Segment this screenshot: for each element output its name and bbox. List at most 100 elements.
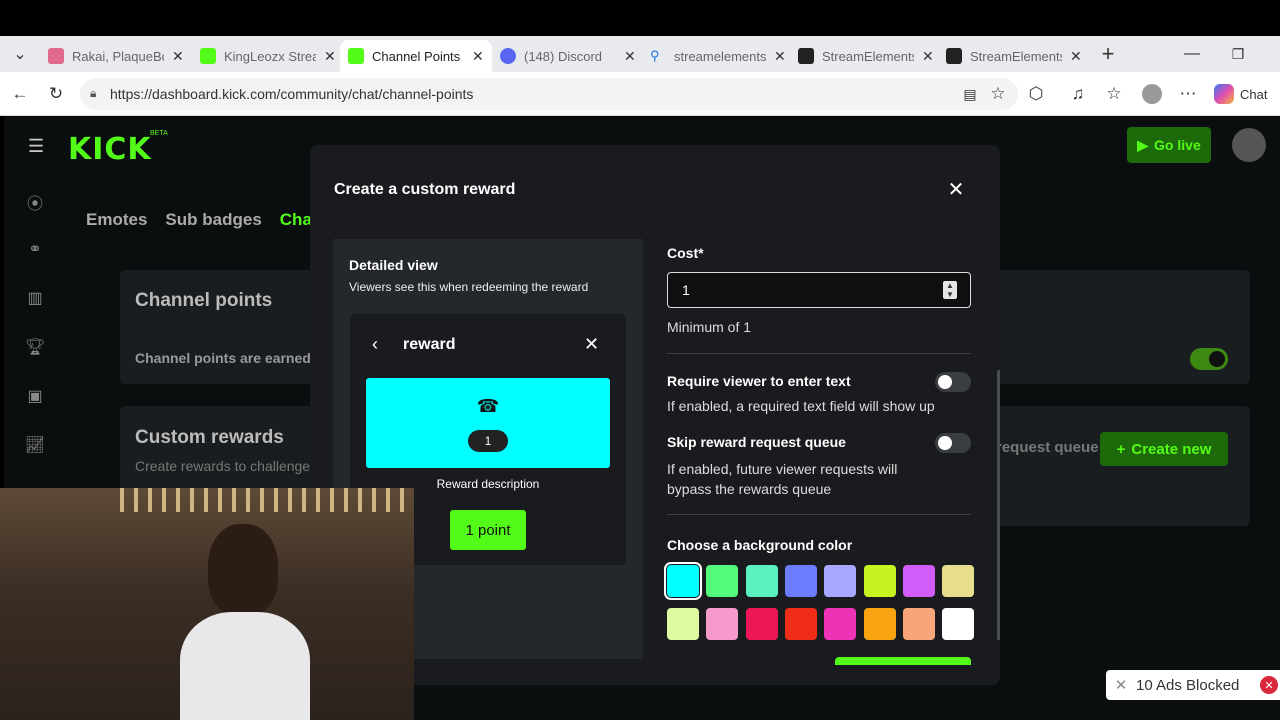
search-favicon-icon: ⚲	[650, 48, 660, 63]
tab-close-icon[interactable]: ✕	[1070, 48, 1082, 65]
new-tab-plus-icon[interactable]: +	[1094, 40, 1122, 68]
address-bar-row: ← ↻ 🔒︎ https://dashboard.kick.com/commun…	[0, 72, 1280, 116]
skip-queue-label: Skip reward request queue	[667, 434, 846, 450]
stats-icon[interactable]: 📈︎	[24, 435, 46, 457]
request-queue-label[interactable]: request queue	[996, 439, 1099, 456]
hamburger-menu-icon[interactable]: ☰	[28, 136, 46, 157]
color-swatch[interactable]	[784, 565, 817, 597]
tab-close-icon[interactable]: ✕	[922, 48, 934, 65]
tab-emotes[interactable]: Emotes	[86, 210, 147, 230]
favorite-star-icon[interactable]: ☆	[986, 82, 1010, 106]
modal-title: Create a custom reward	[334, 181, 516, 198]
broadcast-icon[interactable]: ⦿	[24, 190, 46, 213]
divider	[667, 353, 971, 354]
cost-input[interactable]	[667, 272, 971, 308]
chat-label: Chat	[1240, 86, 1268, 102]
webcam-overlay	[0, 488, 414, 720]
go-live-label: Go live	[1154, 137, 1201, 153]
channel-points-title: Channel points	[135, 290, 273, 311]
cost-label: Cost*	[667, 245, 704, 261]
preview-points-button: 1 point	[450, 510, 526, 550]
adblock-icon[interactable]: ✕	[1260, 676, 1278, 694]
video-icon[interactable]: ▣	[24, 386, 46, 408]
go-live-button[interactable]: ▶ Go live	[1127, 127, 1211, 163]
browser-tab[interactable]: (148) Discord ✕	[492, 40, 644, 72]
url-field[interactable]: 🔒︎ https://dashboard.kick.com/community/…	[80, 78, 1018, 110]
modal-scrollbar[interactable]	[997, 370, 1000, 640]
tab-title: Rakai, PlaqueBoy	[72, 48, 164, 64]
kick-k-icon: ▶	[1137, 136, 1149, 153]
color-swatch[interactable]	[902, 608, 935, 640]
analytics-icon[interactable]: ▥	[24, 288, 46, 310]
create-new-button[interactable]: + Create new	[1100, 432, 1228, 466]
trophy-icon[interactable]: 🏆︎	[24, 337, 46, 359]
preview-reward-card: ☎ 1	[366, 378, 610, 468]
ads-blocked-notification: ✕ 10 Ads Blocked ✕	[1106, 670, 1280, 700]
require-text-toggle[interactable]	[935, 372, 971, 392]
browser-tab[interactable]: StreamElements ✕	[938, 40, 1090, 72]
divider	[667, 514, 971, 515]
profile-avatar-icon[interactable]	[1140, 82, 1164, 106]
community-icon[interactable]: ⚭	[24, 239, 46, 261]
close-notification-icon[interactable]: ✕	[1106, 676, 1136, 694]
more-menu-icon[interactable]: ⋯	[1176, 82, 1200, 106]
color-swatch[interactable]	[784, 608, 817, 640]
color-swatch[interactable]	[706, 565, 739, 597]
copilot-chat-button[interactable]: Chat	[1214, 84, 1267, 104]
tab-sub-badges[interactable]: Sub badges	[165, 210, 261, 230]
require-text-hint: If enabled, a required text field will s…	[667, 398, 935, 414]
tab-title: StreamElements	[822, 48, 914, 64]
create-new-label: Create new	[1131, 440, 1212, 458]
beta-tag: BETA	[150, 130, 168, 137]
color-swatch[interactable]	[706, 608, 739, 640]
color-swatch[interactable]	[863, 565, 896, 597]
color-swatch[interactable]	[824, 565, 857, 597]
detailed-view-title: Detailed view	[349, 257, 438, 273]
browser-tab[interactable]: KingLeozx Stream ✕	[192, 40, 344, 72]
preview-close-icon: ✕	[584, 334, 600, 354]
kick-favicon-icon	[348, 48, 364, 64]
refresh-icon[interactable]: ↻	[44, 82, 68, 106]
extensions-icon[interactable]: ⬡	[1024, 82, 1048, 106]
custom-rewards-text: Create rewards to challenge	[135, 458, 311, 474]
restore-window-icon[interactable]: ❐	[1224, 40, 1252, 68]
number-stepper-icon[interactable]: ▲ ▼	[943, 281, 957, 299]
channel-points-text: Channel points are earned	[135, 350, 311, 366]
color-swatch[interactable]	[667, 608, 699, 640]
reader-view-icon[interactable]: ▤	[958, 82, 982, 106]
browser-tab[interactable]: StreamElements ✕	[790, 40, 942, 72]
media-icon[interactable]: ♫	[1066, 82, 1090, 106]
skip-queue-toggle[interactable]	[935, 433, 971, 453]
modal-close-icon[interactable]: ✕	[944, 177, 968, 201]
color-swatch[interactable]	[745, 565, 778, 597]
tab-close-icon[interactable]: ✕	[472, 48, 484, 65]
browser-tab[interactable]: ⚲ streamelements ✕	[642, 40, 794, 72]
tab-close-icon[interactable]: ✕	[172, 48, 184, 65]
browser-tab[interactable]: Rakai, PlaqueBoy ✕	[40, 40, 192, 72]
chevron-left-icon: ‹	[372, 334, 378, 354]
tab-close-icon[interactable]: ✕	[324, 48, 336, 65]
color-swatch[interactable]	[942, 565, 975, 597]
color-swatch[interactable]	[902, 565, 935, 597]
url-text: https://dashboard.kick.com/community/cha…	[110, 86, 474, 102]
color-swatch[interactable]	[942, 608, 975, 640]
tab-title: (148) Discord	[524, 48, 603, 64]
channel-points-toggle[interactable]	[1190, 348, 1228, 370]
streamelements-favicon-icon	[946, 48, 962, 64]
tab-list-chevron-icon[interactable]: ⌄	[6, 40, 34, 68]
color-swatch[interactable]	[863, 608, 896, 640]
lock-icon: 🔒︎	[90, 86, 97, 100]
color-swatch[interactable]	[664, 562, 702, 600]
back-arrow-icon[interactable]: ←	[8, 82, 32, 106]
color-swatch[interactable]	[824, 608, 857, 640]
user-avatar[interactable]	[1232, 128, 1266, 162]
kick-logo[interactable]: KICK	[68, 132, 152, 167]
favorites-icon[interactable]: ☆	[1102, 82, 1126, 106]
tab-close-icon[interactable]: ✕	[624, 48, 636, 65]
color-swatch[interactable]	[745, 608, 778, 640]
tab-close-icon[interactable]: ✕	[774, 48, 786, 65]
save-button[interactable]	[835, 657, 971, 665]
browser-tab-active[interactable]: Channel Points ✕	[340, 40, 492, 72]
tab-title: streamelements	[674, 48, 766, 64]
minimize-icon[interactable]: —	[1178, 40, 1206, 68]
